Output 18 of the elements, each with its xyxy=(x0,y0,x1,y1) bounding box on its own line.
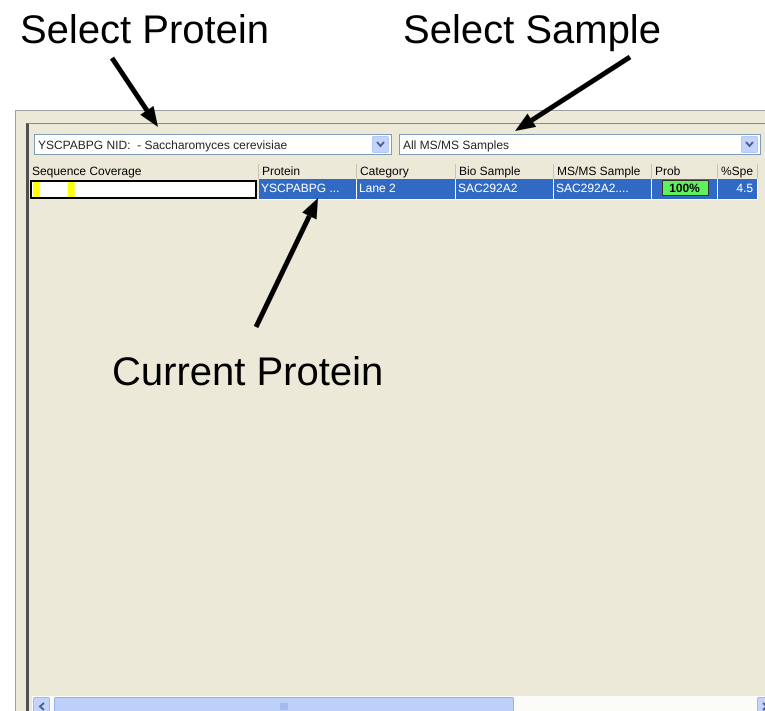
annotation-title: Select Sample xyxy=(403,8,661,52)
horizontal-scrollbar[interactable] xyxy=(32,696,765,711)
table-cell: YSCPABPG ... xyxy=(259,179,357,200)
dropdown[interactable]: YSCPABPG NID: - Saccharomyces cerevisiae xyxy=(34,134,392,155)
table-cell: Lane 2 xyxy=(357,179,456,200)
arrow xyxy=(110,56,158,127)
chevron-down-icon[interactable] xyxy=(372,136,389,153)
table-cell: SAC292A2.... xyxy=(554,179,652,200)
table-cell: 4.5 xyxy=(718,179,758,200)
chevron-left-icon[interactable] xyxy=(33,697,50,711)
table-cell: SAC292A2 xyxy=(456,179,554,200)
chevron-down-icon[interactable] xyxy=(741,136,758,153)
scrollbar-thumb[interactable] xyxy=(54,697,514,711)
probability-badge: 100% xyxy=(662,180,709,196)
annotation-title: Select Protein xyxy=(20,8,270,52)
annotation-label: Current Protein xyxy=(112,350,384,394)
dropdown[interactable]: All MS/MS Samples xyxy=(399,134,761,155)
column-header[interactable]: Sequence Coverage xyxy=(29,164,259,179)
